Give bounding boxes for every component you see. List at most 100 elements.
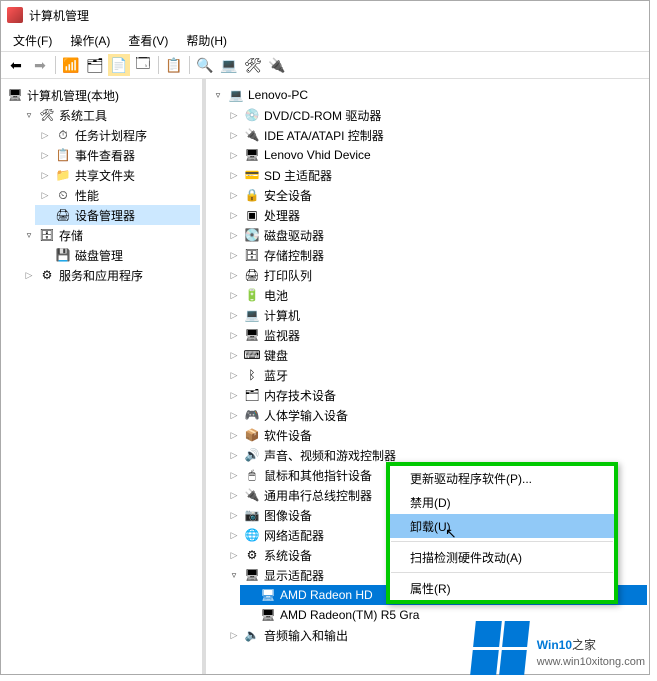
tree-label: 磁盘驱动器 [264, 227, 324, 244]
tree-event-viewer[interactable]: 📋事件查看器 [35, 145, 200, 165]
chevron-right-icon[interactable] [228, 369, 240, 381]
device-cat-vhid[interactable]: 🖥Lenovo Vhid Device [224, 145, 647, 165]
tree-root-local[interactable]: 🖥 计算机管理(本地) [3, 85, 200, 105]
tree-device-manager[interactable]: 🖨设备管理器 [35, 205, 200, 225]
menu-action[interactable]: 操作(A) [62, 30, 118, 51]
tree-performance[interactable]: ⏲性能 [35, 185, 200, 205]
tb-icon-3[interactable]: 📄 [108, 54, 130, 76]
tree-label: 计算机 [264, 307, 300, 324]
imaging-icon: 📷 [244, 507, 260, 523]
ctx-uninstall[interactable]: 卸载(U) [390, 514, 614, 538]
chevron-right-icon[interactable] [228, 349, 240, 361]
ctx-scan-hardware[interactable]: 扫描检测硬件改动(A) [390, 545, 614, 569]
device-root[interactable]: 💻 Lenovo-PC [208, 85, 647, 105]
tree-disk-management[interactable]: 💾磁盘管理 [35, 245, 200, 265]
chevron-right-icon[interactable] [228, 449, 240, 461]
device-cat-hid[interactable]: 🎮人体学输入设备 [224, 405, 647, 425]
chevron-right-icon[interactable] [228, 169, 240, 181]
chevron-down-icon[interactable] [228, 569, 240, 581]
watermark: Win10之家 www.win10xitong.com [473, 621, 645, 675]
device-cat-processors[interactable]: ▣处理器 [224, 205, 647, 225]
tb-icon-7[interactable]: 💻 [218, 54, 240, 76]
tree-services[interactable]: ⚙ 服务和应用程序 [19, 265, 200, 285]
ide-icon: 🔌 [244, 127, 260, 143]
chevron-right-icon[interactable] [228, 329, 240, 341]
tree-storage[interactable]: 🗄 存储 [19, 225, 200, 245]
chevron-down-icon[interactable] [212, 89, 224, 101]
device-cat-security[interactable]: 🔒安全设备 [224, 185, 647, 205]
device-cat-batteries[interactable]: 🔋电池 [224, 285, 647, 305]
device-cat-computer[interactable]: 💻计算机 [224, 305, 647, 325]
tree-label: 设备管理器 [75, 207, 135, 224]
chevron-right-icon[interactable] [228, 469, 240, 481]
app-icon [7, 7, 23, 23]
window-titlebar[interactable]: 计算机管理 [1, 1, 649, 29]
chevron-right-icon[interactable] [228, 109, 240, 121]
dvd-icon: 💿 [244, 107, 260, 123]
tree-task-scheduler[interactable]: ⏱任务计划程序 [35, 125, 200, 145]
tree-label: 键盘 [264, 347, 288, 364]
device-cat-memory[interactable]: 🗂内存技术设备 [224, 385, 647, 405]
device-cat-storage_ctrl[interactable]: 🗄存储控制器 [224, 245, 647, 265]
chevron-right-icon[interactable] [39, 129, 51, 141]
chevron-right-icon[interactable] [39, 189, 51, 201]
device-cat-ide[interactable]: 🔌IDE ATA/ATAPI 控制器 [224, 125, 647, 145]
chevron-right-icon[interactable] [228, 529, 240, 541]
ctx-properties[interactable]: 属性(R) [390, 576, 614, 600]
toolbar: ⬅ ➡ 📶 🗂 📄 🗔 📋 🔍 💻 🛠 🔌 [1, 51, 649, 79]
tb-icon-1[interactable]: 📶 [60, 54, 82, 76]
device-cat-keyboards[interactable]: ⌨键盘 [224, 345, 647, 365]
storage-icon: 🗄 [39, 227, 55, 243]
gpu-icon: 🖥 [260, 607, 276, 623]
tree-label: 内存技术设备 [264, 387, 336, 404]
chevron-right-icon[interactable] [228, 269, 240, 281]
chevron-right-icon[interactable] [39, 169, 51, 181]
tree-label: IDE ATA/ATAPI 控制器 [264, 127, 384, 144]
chevron-right-icon[interactable] [228, 229, 240, 241]
ctx-disable[interactable]: 禁用(D) [390, 490, 614, 514]
chevron-down-icon[interactable] [23, 109, 35, 121]
menu-help[interactable]: 帮助(H) [178, 30, 235, 51]
menu-file[interactable]: 文件(F) [5, 30, 60, 51]
tree-label: 任务计划程序 [75, 127, 147, 144]
chevron-right-icon[interactable] [39, 149, 51, 161]
tb-icon-5[interactable]: 📋 [163, 54, 185, 76]
chevron-right-icon[interactable] [23, 269, 35, 281]
tree-system-tools[interactable]: 🛠 系统工具 [19, 105, 200, 125]
tb-icon-8[interactable]: 🛠 [242, 54, 264, 76]
device-cat-sd[interactable]: 💳SD 主适配器 [224, 165, 647, 185]
chevron-right-icon[interactable] [228, 549, 240, 561]
chevron-right-icon[interactable] [228, 409, 240, 421]
device-cat-monitors[interactable]: 🖥监视器 [224, 325, 647, 345]
chevron-right-icon[interactable] [228, 289, 240, 301]
tree-label: Lenovo Vhid Device [264, 148, 371, 162]
chevron-right-icon[interactable] [228, 249, 240, 261]
tree-label: 蓝牙 [264, 367, 288, 384]
tb-icon-2[interactable]: 🗂 [84, 54, 106, 76]
menu-view[interactable]: 查看(V) [120, 30, 176, 51]
chevron-right-icon[interactable] [228, 509, 240, 521]
tree-shared-folders[interactable]: 📁共享文件夹 [35, 165, 200, 185]
device-cat-dvd[interactable]: 💿DVD/CD-ROM 驱动器 [224, 105, 647, 125]
back-button[interactable]: ⬅ [5, 54, 27, 76]
chevron-right-icon[interactable] [228, 389, 240, 401]
chevron-right-icon[interactable] [228, 149, 240, 161]
device-cat-print_queues[interactable]: 🖨打印队列 [224, 265, 647, 285]
sd-icon: 💳 [244, 167, 260, 183]
device-cat-disk_drives[interactable]: 💽磁盘驱动器 [224, 225, 647, 245]
device-cat-bluetooth[interactable]: ᛒ蓝牙 [224, 365, 647, 385]
tb-icon-9[interactable]: 🔌 [266, 54, 288, 76]
chevron-right-icon[interactable] [228, 209, 240, 221]
chevron-right-icon[interactable] [228, 129, 240, 141]
device-cat-software[interactable]: 📦软件设备 [224, 425, 647, 445]
chevron-down-icon[interactable] [23, 229, 35, 241]
chevron-right-icon[interactable] [228, 489, 240, 501]
chevron-right-icon[interactable] [228, 429, 240, 441]
tb-icon-6[interactable]: 🔍 [194, 54, 216, 76]
chevron-right-icon[interactable] [228, 309, 240, 321]
tb-icon-4[interactable]: 🗔 [132, 54, 154, 76]
chevron-right-icon[interactable] [228, 629, 240, 641]
forward-button[interactable]: ➡ [29, 54, 51, 76]
ctx-update-driver[interactable]: 更新驱动程序软件(P)... [390, 466, 614, 490]
chevron-right-icon[interactable] [228, 189, 240, 201]
